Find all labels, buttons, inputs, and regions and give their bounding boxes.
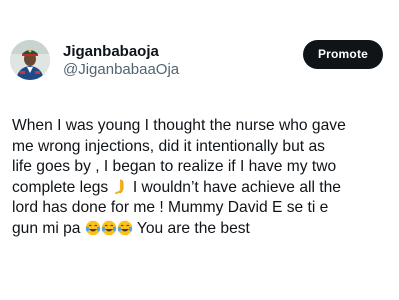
leg-emoji-icon bbox=[113, 179, 129, 195]
promote-button[interactable]: Promote bbox=[303, 40, 383, 69]
tweet-line: complete legs I wouldn’t have achieve al… bbox=[12, 178, 396, 199]
display-name[interactable]: Jiganbabaoja bbox=[63, 43, 179, 61]
face-with-tears-of-joy-emoji-icon bbox=[101, 220, 117, 236]
avatar[interactable] bbox=[10, 40, 50, 80]
tweet-segment: I wouldn’t have achieve all the bbox=[128, 178, 341, 196]
tweet-segment: complete legs bbox=[12, 178, 113, 196]
tweet-text: When I was young I thought the nurse who… bbox=[12, 116, 396, 239]
tweet-header: Jiganbabaoja @JiganbabaaOja Promote bbox=[0, 0, 399, 100]
tweet-line: gun mi pa You are the best bbox=[12, 219, 396, 240]
tweet-line: me wrong injections, did it intentionall… bbox=[12, 137, 325, 155]
tweet-segment: You are the best bbox=[132, 219, 250, 237]
user-handle[interactable]: @JiganbabaaOja bbox=[63, 61, 179, 79]
tweet-author: Jiganbabaoja @JiganbabaaOja bbox=[63, 43, 179, 79]
profile-photo-icon bbox=[10, 40, 50, 80]
tweet-segment: gun mi pa bbox=[12, 219, 85, 237]
tweet-line: lord has done for me ! Mummy David E se … bbox=[12, 199, 329, 216]
face-with-tears-of-joy-emoji-icon bbox=[117, 220, 133, 236]
tweet-line: When I was young I thought the nurse who… bbox=[12, 117, 346, 134]
tweet-line: life goes by , I began to realize if I h… bbox=[12, 158, 337, 175]
face-with-tears-of-joy-emoji-icon bbox=[85, 220, 101, 236]
